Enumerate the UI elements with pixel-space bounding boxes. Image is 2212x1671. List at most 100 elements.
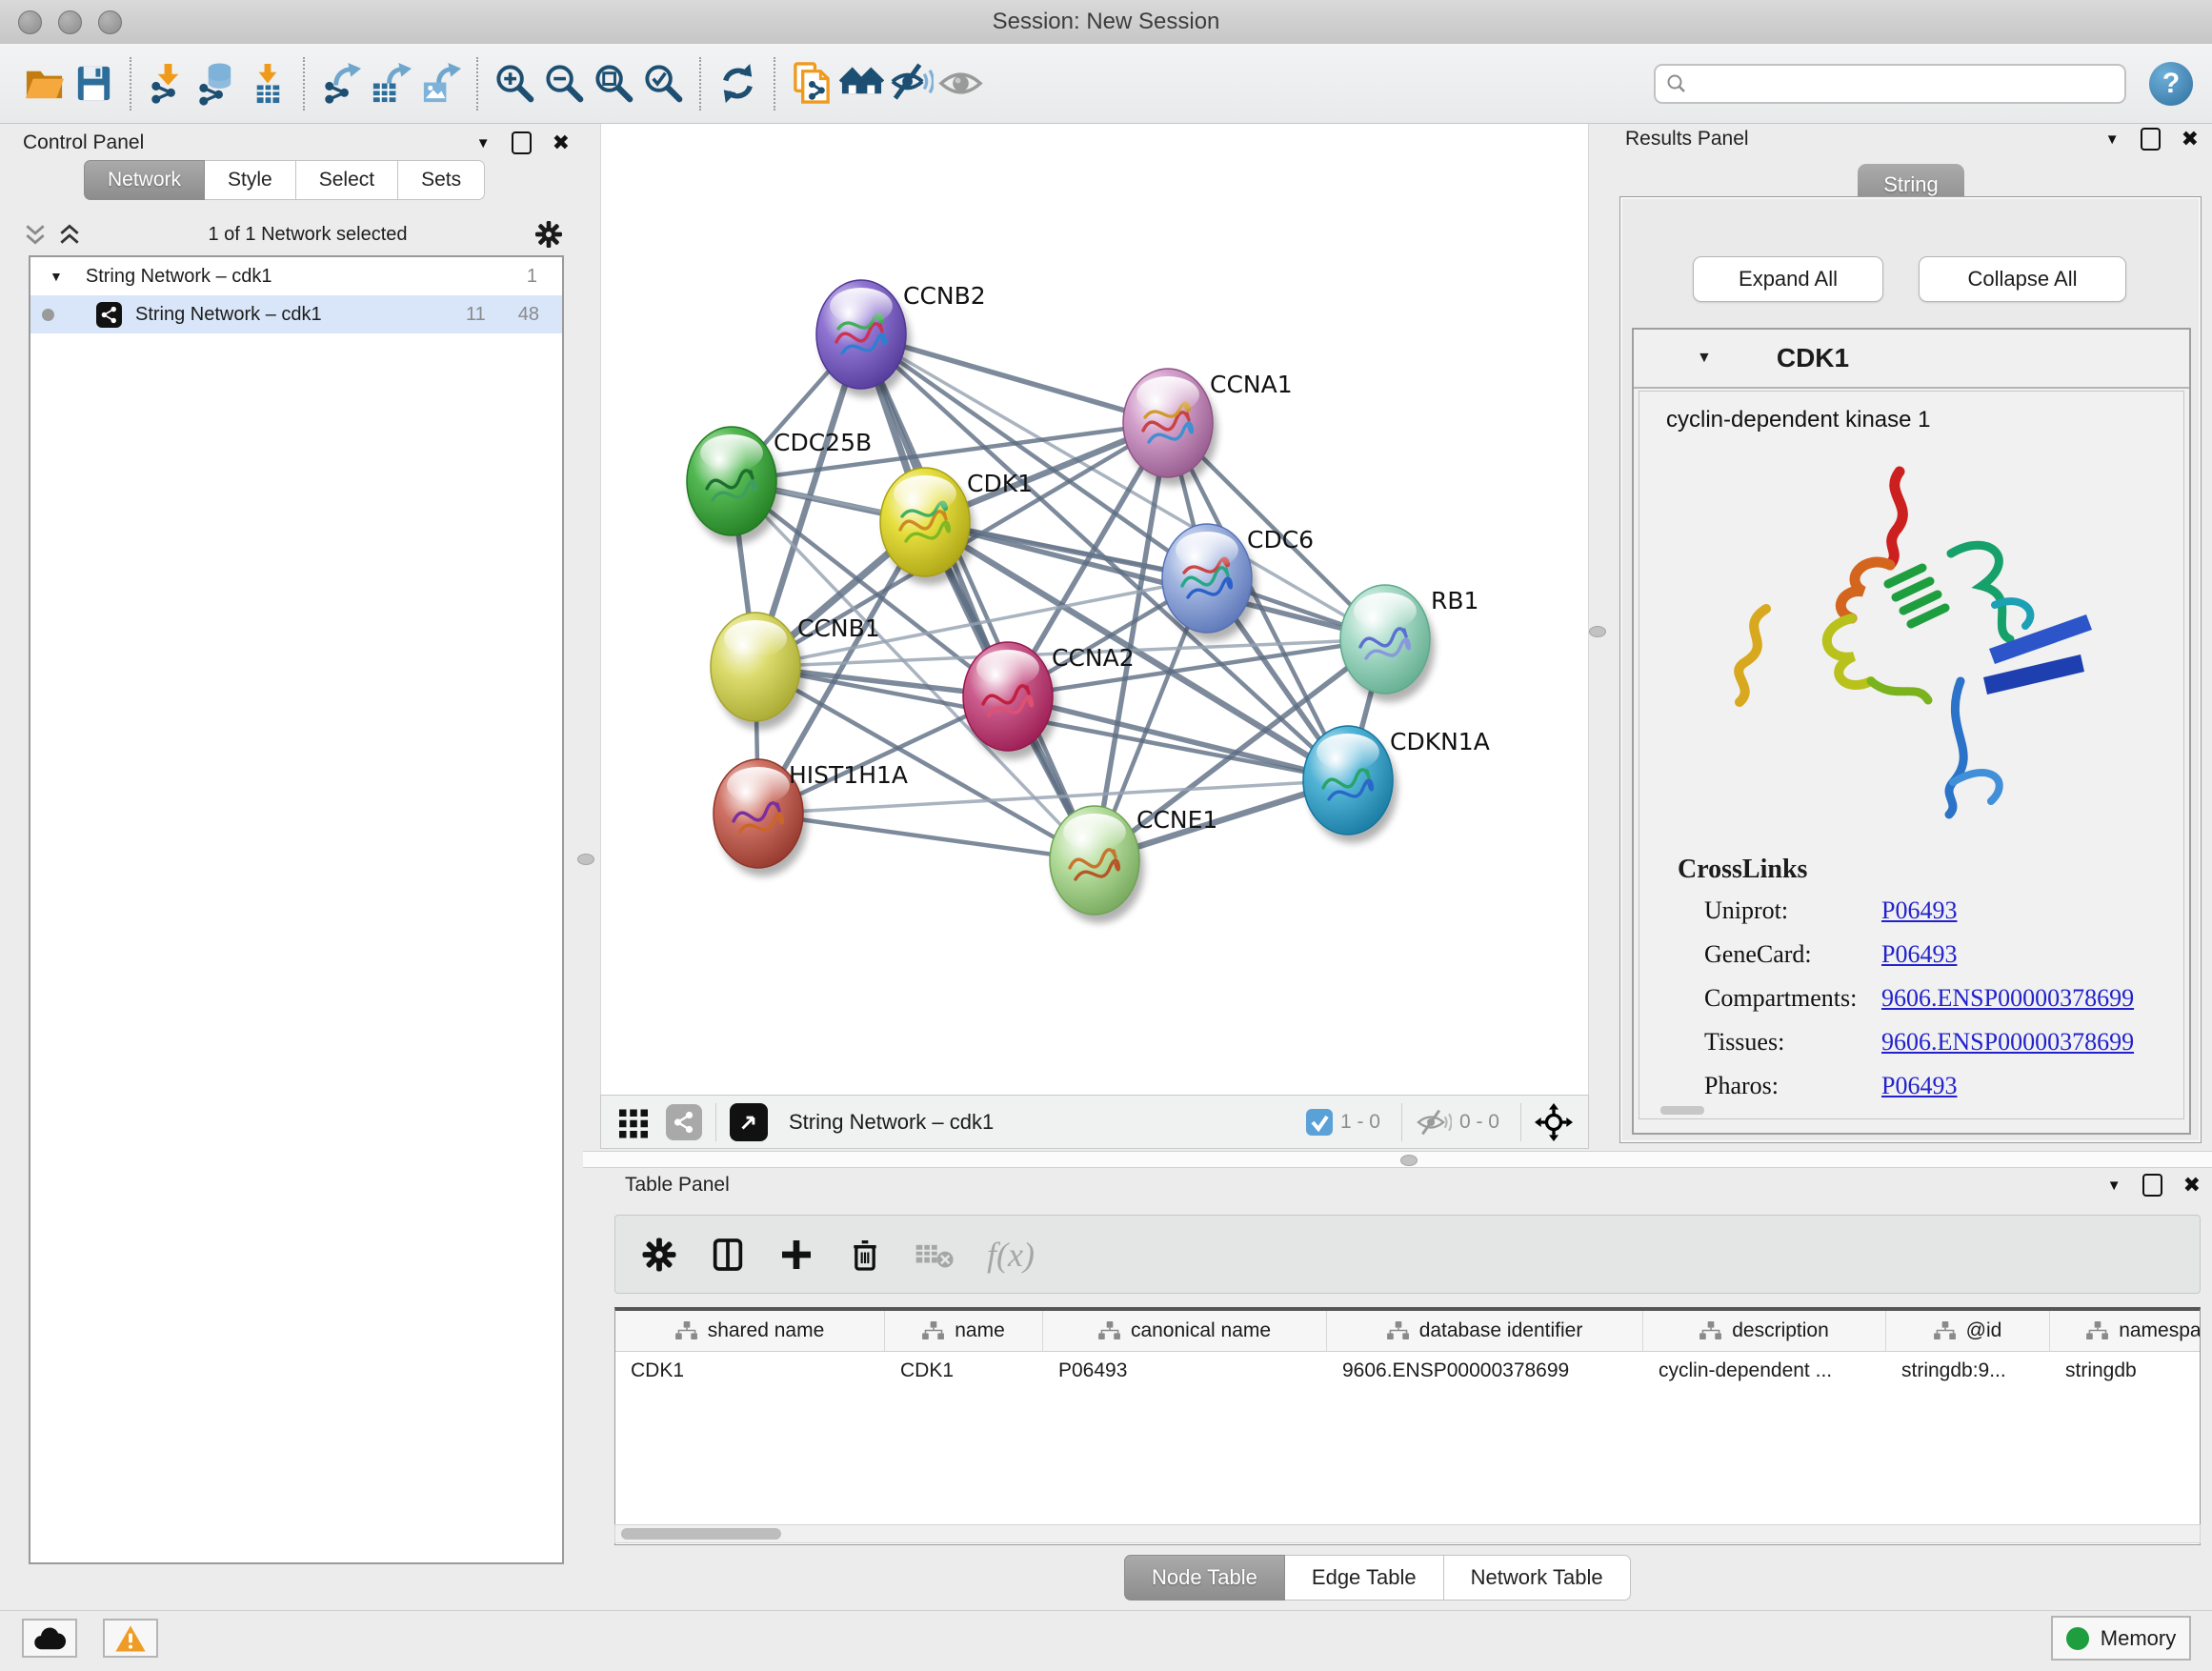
birdseye-view-icon[interactable] (730, 1103, 768, 1141)
grid-view-icon[interactable] (616, 1105, 651, 1139)
network-node-CDKN1A[interactable]: CDKN1A (1303, 726, 1490, 843)
panel-menu-icon[interactable]: ▼ (476, 135, 491, 151)
table-cell[interactable]: 9606.ENSP00000378699 (1327, 1352, 1643, 1390)
table-row[interactable]: CDK1CDK1P064939606.ENSP00000378699cyclin… (615, 1352, 2200, 1390)
zoom-in-button[interactable] (490, 57, 539, 111)
panel-float-icon[interactable] (512, 131, 532, 154)
column-header-description[interactable]: description (1643, 1311, 1886, 1351)
crosslink-link[interactable]: 9606.ENSP00000378699 (1881, 984, 2134, 1013)
table-hscroll-thumb[interactable] (621, 1528, 781, 1540)
table-cell[interactable]: CDK1 (615, 1352, 885, 1390)
tab-style[interactable]: Style (205, 160, 296, 200)
splitter-handle-bottom[interactable] (1400, 1155, 1418, 1166)
network-edge[interactable] (758, 814, 1095, 860)
table-cell[interactable]: cyclin-dependent ... (1643, 1352, 1886, 1390)
open-session-button[interactable] (19, 57, 69, 111)
network-node-CCNE1[interactable]: CCNE1 (1050, 806, 1217, 923)
expand-all-button[interactable]: Expand All (1693, 256, 1883, 302)
network-node-CDC25B[interactable]: CDC25B (687, 427, 872, 544)
panel-menu-icon[interactable]: ▼ (2105, 131, 2120, 148)
network-node-CCNA2[interactable]: CCNA2 (963, 642, 1135, 759)
tab-select[interactable]: Select (296, 160, 398, 200)
column-header-name[interactable]: name (885, 1311, 1043, 1351)
string-home-button[interactable] (836, 57, 886, 111)
delete-column-icon[interactable] (846, 1236, 884, 1274)
selected-checkbox-icon[interactable] (1306, 1109, 1333, 1136)
expand-all-icon[interactable] (57, 222, 82, 247)
crosslink-link[interactable]: P06493 (1881, 896, 1957, 925)
tab-sets[interactable]: Sets (398, 160, 485, 200)
splitter-handle-right[interactable] (1589, 626, 1606, 637)
save-session-button[interactable] (69, 57, 118, 111)
search-box[interactable] (1654, 64, 2126, 104)
table-cell[interactable]: CDK1 (885, 1352, 1043, 1390)
column-header-shared-name[interactable]: shared name (615, 1311, 885, 1351)
memory-button[interactable]: Memory (2051, 1616, 2191, 1661)
import-network-from-database-button[interactable] (192, 57, 242, 111)
show-columns-icon[interactable] (709, 1236, 747, 1274)
network-node-CDK1[interactable]: CDK1 (880, 468, 1033, 585)
network-canvas[interactable]: CCNB2 CCNA1 CDC25B CDK1 CDC6 RB1 CCNB1 C… (600, 124, 1589, 1095)
crosslink-link[interactable]: P06493 (1881, 1072, 1957, 1100)
panel-close-icon[interactable]: ✖ (2182, 129, 2199, 150)
table-cell[interactable]: stringdb:9... (1886, 1352, 2050, 1390)
network-collection-row[interactable]: ▼ String Network – cdk1 1 (30, 257, 562, 295)
panel-close-icon[interactable]: ✖ (553, 132, 570, 153)
column-header-canonical-name[interactable]: canonical name (1043, 1311, 1327, 1351)
tab-network[interactable]: Network (84, 160, 205, 200)
network-node-RB1[interactable]: RB1 (1340, 585, 1478, 702)
table-cell[interactable]: stringdb (2050, 1352, 2201, 1390)
string-enhanced-labels-button[interactable] (886, 57, 935, 111)
splitter-handle-left[interactable] (577, 854, 594, 865)
table-cell[interactable]: P06493 (1043, 1352, 1327, 1390)
section-collapse-icon[interactable]: ▼ (1697, 350, 1712, 367)
panel-close-icon[interactable]: ✖ (2183, 1175, 2201, 1196)
network-node-CCNA1[interactable]: CCNA1 (1123, 369, 1293, 486)
collapse-all-icon[interactable] (23, 222, 48, 247)
warnings-button[interactable] (103, 1619, 158, 1658)
crosslink-link[interactable]: 9606.ENSP00000378699 (1881, 1028, 2134, 1057)
column-header--id[interactable]: @id (1886, 1311, 2050, 1351)
panel-float-icon[interactable] (2141, 128, 2161, 151)
table-options-gear-icon[interactable] (640, 1236, 678, 1274)
panel-menu-icon[interactable]: ▼ (2107, 1178, 2122, 1194)
network-node-CCNB2[interactable]: CCNB2 (816, 280, 986, 397)
crosslink-link[interactable]: P06493 (1881, 940, 1957, 969)
network-node-HIST1H1A[interactable]: HIST1H1A (714, 759, 908, 876)
collapse-all-button[interactable]: Collapse All (1919, 256, 2126, 302)
import-network-from-file-button[interactable] (143, 57, 192, 111)
add-column-icon[interactable] (777, 1236, 815, 1274)
apply-preferred-layout-button[interactable] (713, 57, 762, 111)
gene-section-header[interactable]: ▼ CDK1 (1634, 330, 2189, 389)
export-table-button[interactable] (366, 57, 415, 111)
share-view-icon[interactable] (666, 1104, 702, 1140)
export-image-button[interactable] (415, 57, 465, 111)
node-table[interactable]: shared namenamecanonical namedatabase id… (614, 1307, 2201, 1545)
export-network-button[interactable] (316, 57, 366, 111)
fit-selected-crosshair-icon[interactable] (1535, 1103, 1573, 1141)
zoom-selected-button[interactable] (638, 57, 688, 111)
zoom-out-button[interactable] (539, 57, 589, 111)
tree-expand-icon[interactable]: ▼ (50, 269, 63, 284)
import-table-from-file-button[interactable] (242, 57, 292, 111)
network-options-gear-icon[interactable] (533, 219, 564, 250)
panel-float-icon[interactable] (2142, 1174, 2162, 1197)
tab-edge-table[interactable]: Edge Table (1285, 1555, 1444, 1601)
network-node-CDC6[interactable]: CDC6 (1162, 524, 1314, 641)
network-graph[interactable]: CCNB2 CCNA1 CDC25B CDK1 CDC6 RB1 CCNB1 C… (601, 124, 1588, 1093)
column-header-database-identifier[interactable]: database identifier (1327, 1311, 1643, 1351)
zoom-fit-content-button[interactable] (589, 57, 638, 111)
tab-node-table[interactable]: Node Table (1124, 1555, 1285, 1601)
string-import-document-button[interactable] (787, 57, 836, 111)
results-scrollbar-thumb[interactable] (1660, 1106, 1704, 1115)
column-header-namespace[interactable]: namespace (2050, 1311, 2201, 1351)
help-button[interactable]: ? (2149, 62, 2193, 106)
tab-network-table[interactable]: Network Table (1444, 1555, 1631, 1601)
cloud-status-button[interactable] (22, 1619, 77, 1658)
table-hscrollbar[interactable] (614, 1524, 2201, 1543)
horizontal-splitter[interactable] (583, 1151, 2212, 1168)
network-row[interactable]: String Network – cdk1 11 48 (30, 295, 562, 333)
show-graphics-details-button[interactable] (935, 57, 985, 111)
search-input[interactable] (1688, 67, 2124, 101)
hidden-eye-icon[interactable] (1416, 1108, 1452, 1137)
